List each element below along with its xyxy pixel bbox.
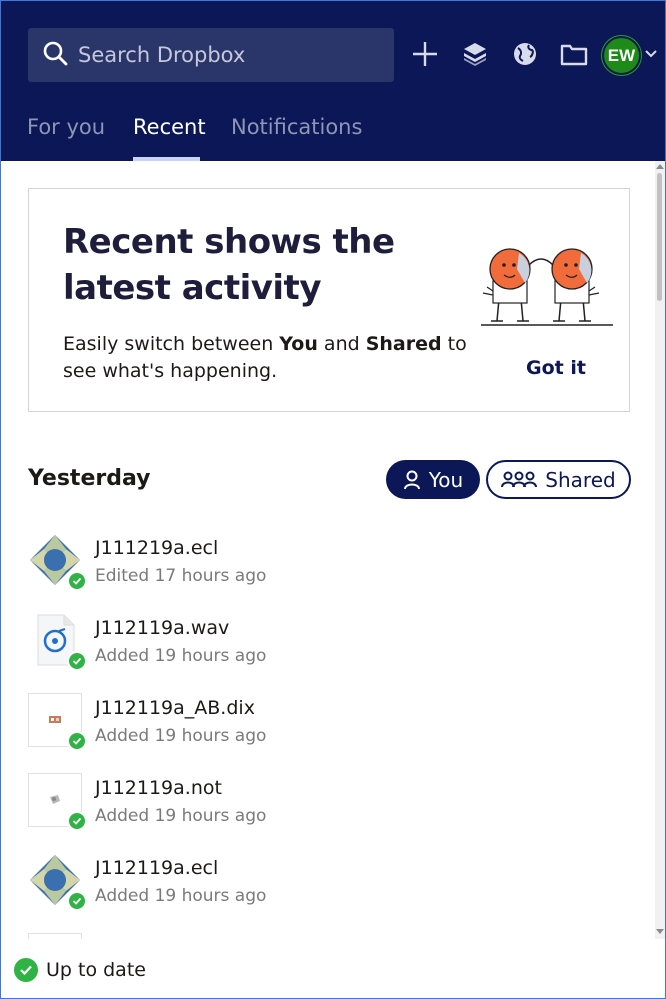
banner-title: Recent shows the latest activity	[63, 222, 395, 308]
recent-intro-banner: Recent shows the latest activity Easily …	[28, 188, 630, 412]
file-row[interactable]: J112119a.not Added 19 hours ago	[28, 773, 628, 853]
chevron-down-icon[interactable]	[644, 47, 658, 61]
banner-body-and: and	[317, 333, 366, 355]
filter-you-label: You	[428, 467, 464, 492]
dropbox-window: Search Dropbox EW For you Recent Notific…	[0, 0, 666, 999]
file-meta: Edited 17 hours ago	[95, 566, 267, 586]
status-check-icon	[14, 958, 38, 982]
tab-recent[interactable]: Recent	[133, 115, 206, 139]
avatar[interactable]: EW	[602, 36, 641, 75]
banner-body-text: Easily switch between	[63, 333, 280, 355]
filter-shared-label: Shared	[545, 467, 616, 492]
two-characters-illustration-icon	[479, 239, 615, 331]
scroll-down-arrow-icon[interactable]	[656, 929, 664, 934]
file-name[interactable]: J112119a.wav	[95, 617, 229, 639]
file-meta: Added 19 hours ago	[95, 726, 267, 746]
layers-icon[interactable]	[460, 39, 490, 69]
people-group-icon	[501, 471, 538, 487]
synced-check-icon	[67, 811, 87, 831]
search-placeholder: Search Dropbox	[78, 43, 246, 67]
file-row[interactable]: J112119a.wav Added 19 hours ago	[28, 613, 628, 693]
file-name[interactable]: J112119a.ecl	[95, 857, 218, 879]
file-row[interactable]: J111219a.ecl Edited 17 hours ago	[28, 533, 628, 613]
status-footer: Up to date	[1, 939, 665, 998]
file-name[interactable]: J112119a.not	[95, 777, 222, 799]
globe-icon[interactable]	[510, 39, 540, 69]
active-tab-indicator	[133, 157, 200, 161]
banner-body-you: You	[279, 333, 318, 355]
person-icon	[403, 470, 420, 489]
filter-shared-button[interactable]: Shared	[486, 460, 631, 499]
section-title: Yesterday	[28, 466, 151, 491]
scrollbar[interactable]	[655, 161, 665, 939]
sync-status-text: Up to date	[46, 959, 146, 981]
tab-for-you[interactable]: For you	[27, 115, 105, 139]
search-icon	[42, 40, 68, 71]
file-meta: Added 19 hours ago	[95, 886, 267, 906]
scrollbar-thumb[interactable]	[657, 173, 662, 301]
tab-notifications[interactable]: Notifications	[231, 115, 362, 139]
header-bar: Search Dropbox EW For you Recent Notific…	[1, 1, 665, 161]
synced-check-icon	[67, 731, 87, 751]
plus-icon[interactable]	[410, 39, 440, 69]
search-input[interactable]: Search Dropbox	[28, 28, 394, 82]
synced-check-icon	[67, 891, 87, 911]
synced-check-icon	[67, 571, 87, 591]
file-meta: Added 19 hours ago	[95, 646, 267, 666]
file-name[interactable]: J112119a_AB.dix	[95, 697, 255, 719]
file-row[interactable]: J112119a.ecl Added 19 hours ago	[28, 853, 628, 933]
synced-check-icon	[67, 651, 87, 671]
folder-icon[interactable]	[559, 39, 589, 69]
file-row[interactable]: J112119a_AB.dix Added 19 hours ago	[28, 693, 628, 773]
file-meta: Added 19 hours ago	[95, 806, 267, 826]
file-name[interactable]: J111219a.ecl	[95, 537, 218, 559]
got-it-button[interactable]: Got it	[526, 357, 586, 379]
banner-body-shared: Shared	[365, 333, 442, 355]
tab-bar: For you Recent Notifications	[1, 113, 665, 161]
banner-body: Easily switch between You and Shared to …	[63, 331, 483, 385]
filter-you-button[interactable]: You	[386, 460, 480, 499]
scroll-up-arrow-icon[interactable]	[656, 164, 664, 169]
